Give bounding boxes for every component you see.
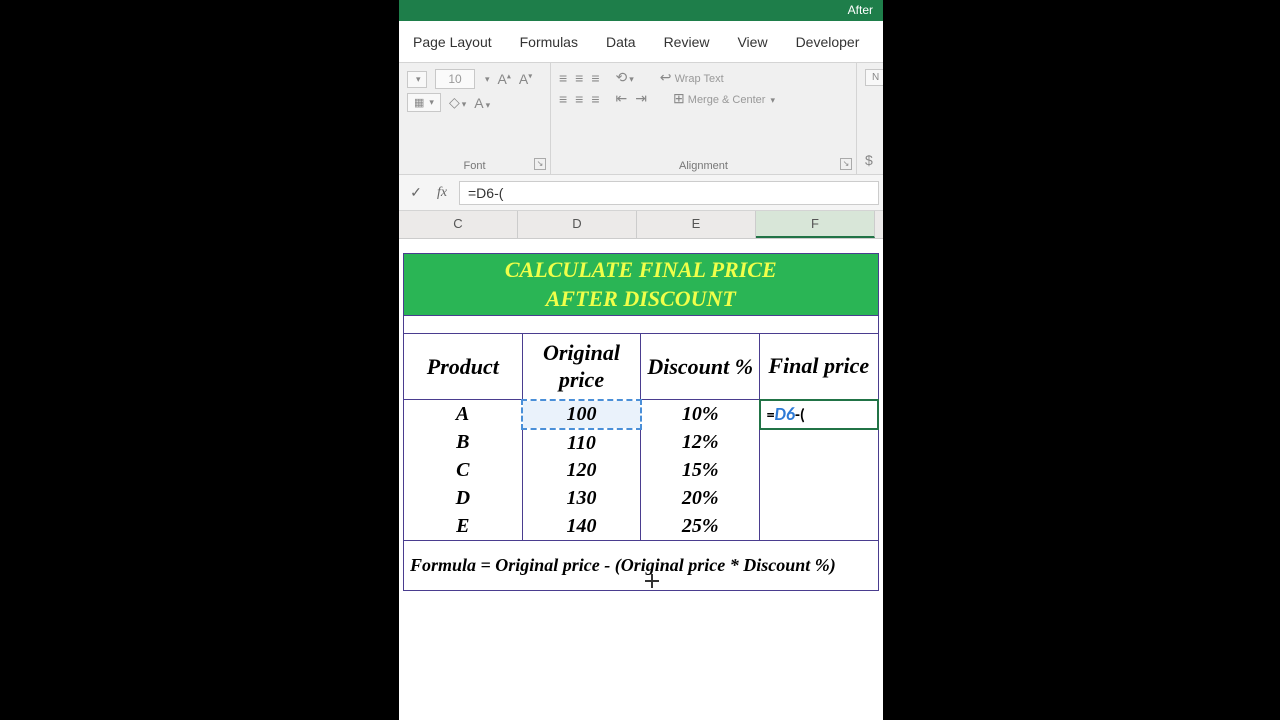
- cell-product[interactable]: C: [404, 457, 523, 485]
- table-row: E 140 25%: [404, 513, 879, 541]
- cell-original[interactable]: 110: [522, 429, 641, 457]
- sheet-area[interactable]: CALCULATE FINAL PRICE AFTER DISCOUNT Pro…: [399, 239, 883, 591]
- column-header-d[interactable]: D: [518, 211, 637, 238]
- header-discount[interactable]: Discount %: [641, 334, 760, 400]
- cell-final[interactable]: [760, 457, 878, 485]
- ribbon-group-alignment: ≡ ≡ ≡ ⟲▾ ↩ Wrap Text ≡ ≡ ≡ ⇤ ⇥ ⊞: [551, 63, 857, 174]
- table-row: B 110 12%: [404, 429, 879, 457]
- cell-product[interactable]: D: [404, 485, 523, 513]
- header-product[interactable]: Product: [404, 334, 523, 400]
- cell-final[interactable]: [760, 485, 878, 513]
- align-left-icon[interactable]: ≡: [559, 91, 567, 107]
- currency-icon[interactable]: $: [865, 152, 873, 168]
- header-original[interactable]: Original price: [522, 334, 641, 400]
- font-color-button[interactable]: A▾: [474, 95, 490, 111]
- font-size-input[interactable]: 10: [435, 69, 475, 89]
- grow-font-icon[interactable]: A▴: [498, 71, 511, 87]
- spacer: [404, 316, 879, 334]
- increase-indent-icon[interactable]: ⇥: [635, 90, 647, 107]
- ribbon-group-number: N $: [857, 63, 883, 174]
- wrap-text-button[interactable]: ↩ Wrap Text: [660, 69, 724, 86]
- column-headers: C D E F: [399, 211, 883, 239]
- table-row: D 130 20%: [404, 485, 879, 513]
- borders-button[interactable]: ▦▾: [407, 93, 441, 112]
- table-row: C 120 15%: [404, 457, 879, 485]
- merge-center-button[interactable]: ⊞ Merge & Center ▾: [673, 90, 775, 107]
- wrap-text-icon: ↩: [660, 69, 672, 85]
- fx-icon[interactable]: fx: [429, 185, 455, 201]
- cell-f6-editing[interactable]: =D6-(: [760, 400, 878, 429]
- shrink-font-icon[interactable]: A▾: [519, 71, 532, 87]
- cell-discount[interactable]: 12%: [641, 429, 760, 457]
- tab-review[interactable]: Review: [664, 34, 710, 50]
- cell-final[interactable]: [760, 429, 878, 457]
- title-bar: After: [399, 0, 883, 21]
- formula-input[interactable]: [459, 181, 879, 205]
- cell-discount[interactable]: 15%: [641, 457, 760, 485]
- cell-product[interactable]: E: [404, 513, 523, 541]
- cell-discount[interactable]: 10%: [641, 400, 760, 429]
- align-center-icon[interactable]: ≡: [575, 91, 583, 107]
- column-header-c[interactable]: C: [399, 211, 518, 238]
- cell-d6-referenced[interactable]: 100: [522, 400, 641, 429]
- column-header-f[interactable]: F: [756, 211, 875, 238]
- header-final[interactable]: Final price: [760, 334, 878, 400]
- cell-product[interactable]: B: [404, 429, 523, 457]
- alignment-dialog-launcher[interactable]: ↘: [840, 158, 852, 170]
- cell-product[interactable]: A: [404, 400, 523, 429]
- font-family-dropdown[interactable]: ▾: [407, 71, 427, 88]
- column-header-e[interactable]: E: [637, 211, 756, 238]
- tab-developer[interactable]: Developer: [796, 34, 860, 50]
- font-dialog-launcher[interactable]: ↘: [534, 158, 546, 170]
- orientation-icon[interactable]: ⟲▾: [616, 69, 634, 86]
- align-top-icon[interactable]: ≡: [559, 70, 567, 86]
- merge-icon: ⊞: [673, 90, 685, 106]
- cell-original[interactable]: 140: [522, 513, 641, 541]
- formula-bar: ✓ fx: [399, 175, 883, 211]
- sheet-title: CALCULATE FINAL PRICE AFTER DISCOUNT: [404, 254, 879, 316]
- cell-final[interactable]: [760, 513, 878, 541]
- title-text: After: [848, 3, 873, 17]
- formula-note[interactable]: Formula = Original price - (Original pri…: [404, 541, 879, 591]
- tab-formulas[interactable]: Formulas: [520, 34, 578, 50]
- ribbon-tabs: Page Layout Formulas Data Review View De…: [399, 21, 883, 63]
- number-format-dropdown[interactable]: N: [865, 69, 883, 86]
- align-right-icon[interactable]: ≡: [591, 91, 599, 107]
- cell-original[interactable]: 120: [522, 457, 641, 485]
- tab-view[interactable]: View: [737, 34, 767, 50]
- ribbon-group-font: ▾ 10▾ A▴ A▾ ▦▾ ◇▾ A▾ Font ↘: [399, 63, 551, 174]
- ribbon: ▾ 10▾ A▴ A▾ ▦▾ ◇▾ A▾ Font ↘ ≡ ≡ ≡: [399, 63, 883, 175]
- decrease-indent-icon[interactable]: ⇤: [616, 90, 628, 107]
- fill-color-button[interactable]: ◇▾: [449, 94, 466, 111]
- cancel-button[interactable]: ✓: [403, 184, 429, 201]
- font-group-label: Font: [407, 160, 542, 172]
- cell-original[interactable]: 130: [522, 485, 641, 513]
- table-row: A 100 10% =D6-(: [404, 400, 879, 429]
- tab-data[interactable]: Data: [606, 34, 636, 50]
- tab-page-layout[interactable]: Page Layout: [413, 34, 492, 50]
- excel-window: After Page Layout Formulas Data Review V…: [399, 0, 883, 720]
- align-bottom-icon[interactable]: ≡: [591, 70, 599, 86]
- cell-discount[interactable]: 25%: [641, 513, 760, 541]
- cell-discount[interactable]: 20%: [641, 485, 760, 513]
- align-middle-icon[interactable]: ≡: [575, 70, 583, 86]
- data-table: CALCULATE FINAL PRICE AFTER DISCOUNT Pro…: [403, 253, 879, 591]
- alignment-group-label: Alignment: [559, 160, 848, 172]
